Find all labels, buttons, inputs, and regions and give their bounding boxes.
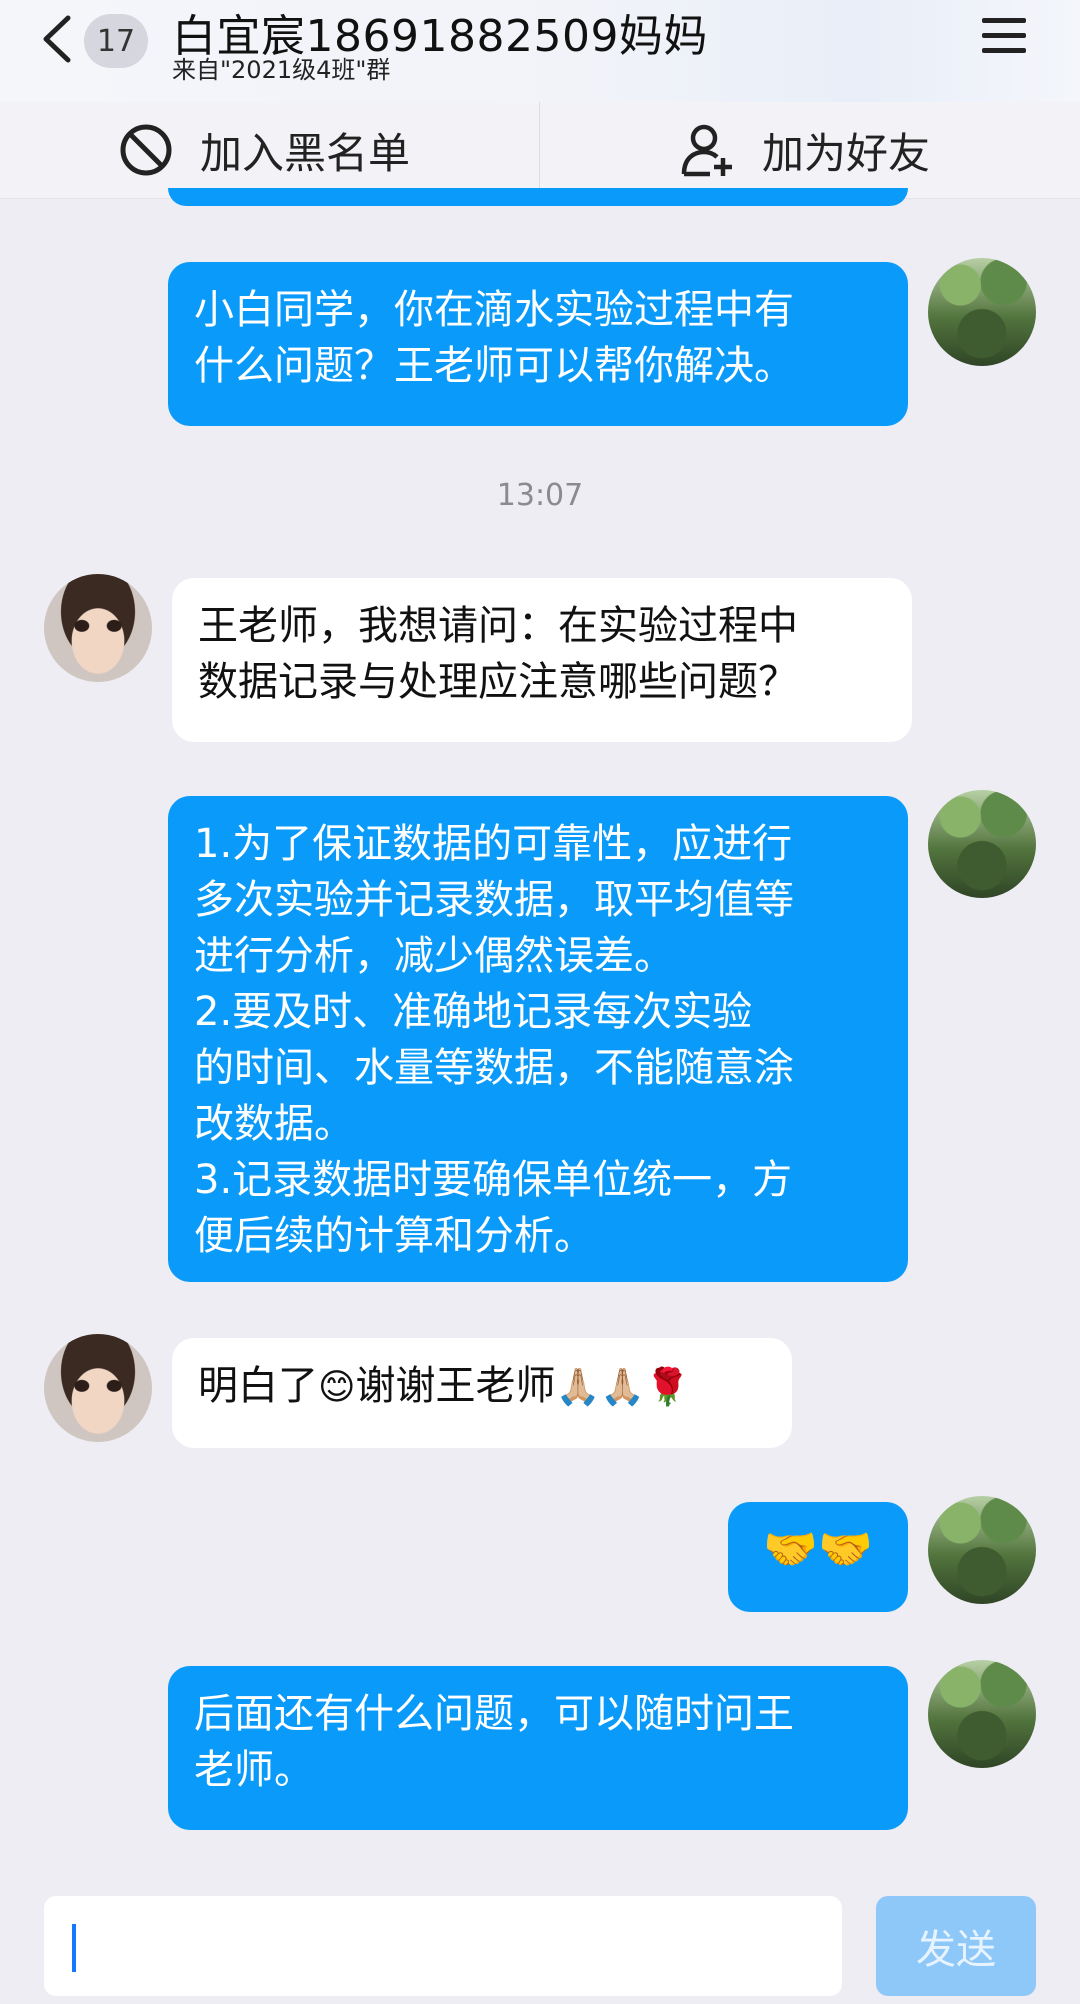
message-input[interactable] [44, 1896, 842, 1996]
message-bubble-outgoing[interactable]: 小白同学，你在滴水实验过程中有 什么问题？王老师可以帮你解决。 [168, 262, 908, 426]
text-caret [72, 1924, 76, 1972]
avatar-teacher[interactable] [928, 258, 1036, 366]
message-timestamp: 13:07 [496, 478, 584, 513]
chevron-left-icon[interactable] [38, 14, 78, 64]
action-bar: 加入黑名单 加为好友 [0, 102, 1080, 199]
blacklist-button[interactable]: 加入黑名单 [118, 102, 410, 198]
avatar-teacher[interactable] [928, 1496, 1036, 1604]
input-bar: 发送 [0, 1880, 1080, 2004]
hamburger-menu-icon[interactable] [980, 14, 1028, 58]
message-text: 谢谢王老师 [355, 1363, 556, 1409]
action-divider [539, 102, 540, 198]
avatar-parent[interactable] [44, 574, 152, 682]
chat-subtitle: 来自"2021级4班"群 [172, 56, 391, 84]
avatar-parent[interactable] [44, 1334, 152, 1442]
block-icon [120, 124, 172, 176]
message-bubble-incoming[interactable]: 王老师，我想请问：在实验过程中 数据记录与处理应注意哪些问题？ [172, 578, 912, 742]
unread-count-badge[interactable]: 17 [84, 14, 148, 68]
smile-emoji-icon: 😊 [318, 1367, 356, 1408]
add-friend-button[interactable]: 加为好友 [680, 102, 930, 198]
send-button[interactable]: 发送 [876, 1896, 1036, 1996]
pray-rose-emoji-icon: 🙏🏼🙏🏼🌹 [555, 1367, 691, 1408]
message-bubble-incoming[interactable]: 明白了😊谢谢王老师🙏🏼🙏🏼🌹 [172, 1338, 792, 1448]
message-bubble-partial [168, 188, 908, 206]
avatar-teacher[interactable] [928, 790, 1036, 898]
add-friend-label: 加为好友 [762, 128, 931, 178]
message-bubble-outgoing[interactable]: 1.为了保证数据的可靠性，应进行 多次实验并记录数据，取平均值等 进行分析，减少… [168, 796, 908, 1282]
message-text: 明白了 [198, 1363, 318, 1409]
avatar-teacher[interactable] [928, 1660, 1036, 1768]
add-user-icon [681, 124, 732, 177]
message-bubble-outgoing[interactable]: 后面还有什么问题，可以随时问王 老师。 [168, 1666, 908, 1830]
top-bar: 17 白宜宸18691882509妈妈 来自"2021级4班"群 [0, 0, 1080, 102]
blacklist-label: 加入黑名单 [200, 128, 411, 178]
message-bubble-outgoing[interactable]: 🤝🤝 [728, 1502, 908, 1612]
